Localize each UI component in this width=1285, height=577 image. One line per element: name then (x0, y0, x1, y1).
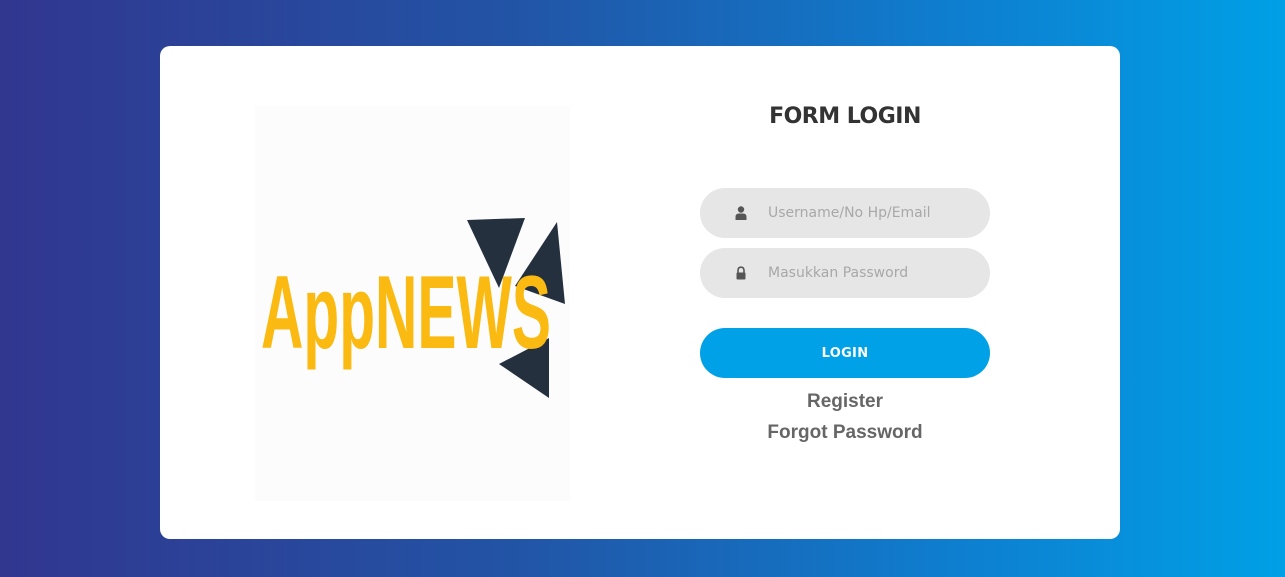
username-input[interactable] (768, 188, 968, 238)
user-icon (735, 206, 747, 220)
lock-icon (736, 266, 746, 280)
login-card: AppNEWS FORM LOGIN LOGIN Register Forgot… (160, 46, 1120, 539)
form-title: FORM LOGIN (769, 104, 921, 129)
username-field[interactable] (700, 188, 990, 238)
appnews-logo: AppNEWS (261, 218, 565, 398)
register-link[interactable]: Register (700, 391, 990, 413)
login-form: FORM LOGIN LOGIN Register Forgot Passwor… (700, 46, 990, 539)
login-button[interactable]: LOGIN (700, 328, 990, 378)
password-input[interactable] (768, 248, 968, 298)
forgot-password-link[interactable]: Forgot Password (700, 422, 990, 444)
logo-text: AppNEWS (261, 255, 551, 371)
password-field[interactable] (700, 248, 990, 298)
logo-panel: AppNEWS (255, 106, 570, 501)
